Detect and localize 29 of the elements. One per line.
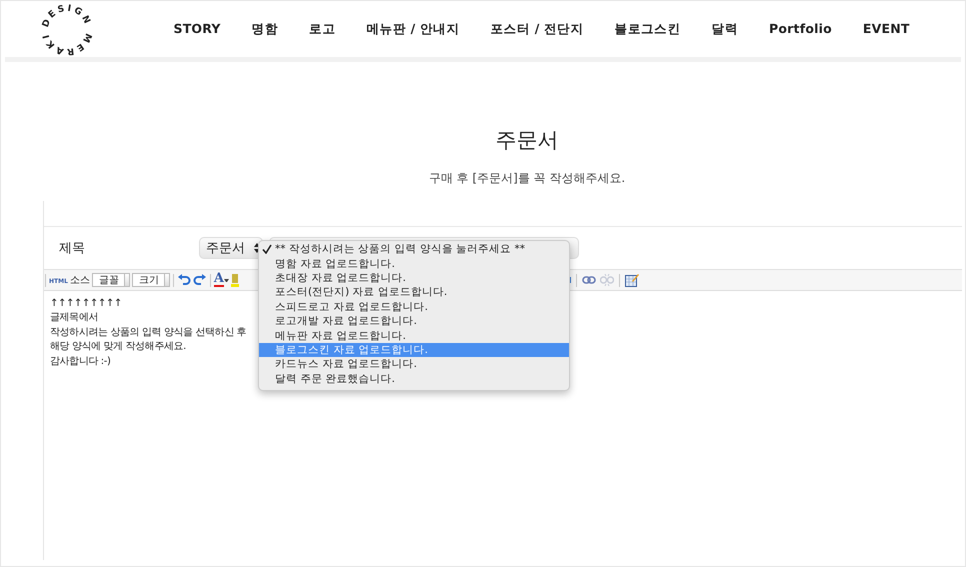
nav-link[interactable]: 로고 (294, 20, 351, 38)
nav-link[interactable]: STORY (158, 20, 236, 38)
dropdown-option[interactable]: 카드뉴스 자료 업로드합니다. (259, 357, 569, 372)
dropdown-option[interactable]: 로고개발 자료 업로드합니다. (259, 314, 569, 328)
page-title: 주문서 (494, 127, 560, 154)
editor-text-line: 작성하시려는 상품의 입력 양식을 선택하신 후 (50, 326, 246, 340)
editor-text-line: 글제목에서 (50, 311, 98, 326)
category-select[interactable]: 주문서 (199, 237, 263, 259)
nav-link[interactable]: 명함 (236, 20, 294, 38)
nav-link[interactable]: 달력 (696, 20, 754, 38)
nav-link[interactable]: Portfolio (754, 20, 848, 38)
size-select[interactable]: 크기 (132, 273, 166, 287)
editor-text-line: ↑↑↑↑↑↑↑↑↑ (50, 297, 122, 311)
font-color-button[interactable]: A (214, 273, 224, 287)
dropdown-option[interactable]: 명함 자료 업로드합니다. (259, 256, 569, 271)
font-select[interactable]: 글꼴 (92, 273, 126, 287)
nav-link[interactable]: 포스터 / 전단지 (475, 20, 600, 38)
page-subtitle: 구매 후 [주문서]를 꼭 작성해주세요. (428, 170, 626, 187)
nav-link[interactable]: EVENT (847, 20, 926, 38)
dropdown-option[interactable]: 초대장 자료 업로드합니다. (259, 270, 569, 286)
dropdown-option[interactable]: 메뉴판 자료 업로드합니다. (259, 328, 569, 343)
nav-link[interactable]: 메뉴판 / 안내지 (350, 20, 476, 38)
nav-link[interactable]: 블로그스킨 (599, 20, 696, 38)
dropdown-option[interactable]: 포스터(전단지) 자료 업로드합니다. (259, 285, 569, 300)
editor-text-line: 감사합니다 :-) (50, 354, 110, 369)
subject-label: 제목 (59, 240, 86, 257)
dropdown-option[interactable]: 달력 주문 완료했습니다. (259, 372, 569, 386)
dropdown-option[interactable]: 스피드로고 자료 업로드합니다. (259, 300, 569, 314)
editor-text-line: 해당 양식에 맞게 작성해주세요. (50, 340, 186, 354)
